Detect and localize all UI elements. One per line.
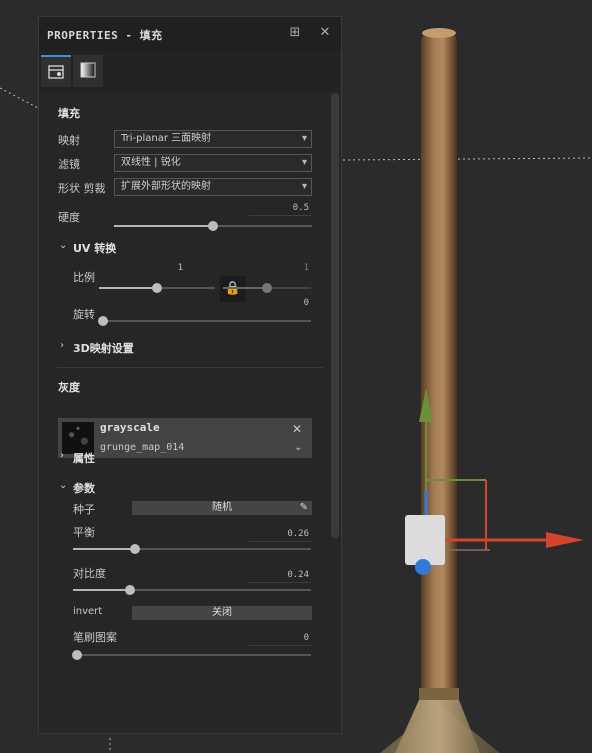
filter-select[interactable]: 双线性 | 锐化 ▾	[114, 154, 312, 172]
slider-fill	[73, 589, 131, 591]
invert-value: 关闭	[212, 607, 232, 618]
brush-pattern-label: 笔刷图案	[73, 631, 117, 644]
slider-handle[interactable]	[152, 283, 162, 293]
chevron-down-icon: ▾	[301, 157, 307, 168]
filter-label: 滤镜	[58, 158, 80, 171]
rotation-slider[interactable]	[98, 316, 311, 326]
tab-gradient[interactable]	[73, 55, 103, 87]
value-underline	[249, 645, 311, 646]
properties-panel: PROPERTIES - 填充 ⊞ ✕ 填充 映射 Tri-planar 三面映…	[38, 16, 342, 734]
seed-label: 种子	[73, 503, 95, 516]
brush-pattern-slider[interactable]	[72, 650, 311, 660]
broom-model[interactable]	[380, 28, 500, 753]
panel-tabs	[39, 51, 341, 91]
value-underline	[249, 582, 311, 583]
hardness-value[interactable]: 0.5	[249, 203, 309, 213]
filter-value: 双线性 | 锐化	[121, 157, 181, 168]
shape-crop-select[interactable]: 扩展外部形状的映射 ▾	[114, 178, 312, 196]
panel-scrollbar[interactable]	[331, 93, 339, 538]
slider-fill	[114, 225, 213, 227]
brush-pattern-value[interactable]: 0	[245, 633, 309, 643]
slider-handle[interactable]	[72, 650, 82, 660]
contrast-value[interactable]: 0.24	[245, 570, 309, 580]
shape-crop-value: 扩展外部形状的映射	[121, 181, 211, 192]
scale-value-1[interactable]: 1	[119, 263, 183, 273]
slider-handle[interactable]	[129, 544, 140, 554]
balance-slider[interactable]	[73, 544, 311, 554]
section-3d-mapping-title[interactable]: 3D映射设置	[73, 340, 134, 356]
close-icon[interactable]: ✕	[317, 25, 333, 41]
gradient-icon	[80, 62, 96, 78]
slider-handle[interactable]	[262, 283, 272, 293]
chevron-down-icon: ▾	[301, 133, 307, 144]
chevron-down-icon[interactable]: ⌄	[59, 480, 67, 491]
slider-fill	[99, 287, 157, 289]
mapping-select[interactable]: Tri-planar 三面映射 ▾	[114, 130, 312, 148]
hardness-slider[interactable]	[114, 221, 312, 231]
guide-line	[342, 157, 592, 161]
chevron-right-icon[interactable]: ›	[60, 450, 64, 461]
scale-value-2[interactable]: 1	[245, 263, 309, 273]
seed-field[interactable]: 随机 ✎	[132, 501, 312, 515]
guide-line	[0, 87, 39, 109]
rotation-label: 旋转	[73, 308, 95, 321]
panel-content: 填充 映射 Tri-planar 三面映射 ▾ 滤镜 双线性 | 锐化 ▾ 形状…	[39, 91, 329, 733]
invert-toggle[interactable]: 关闭	[132, 606, 312, 620]
fill-properties-icon	[48, 65, 64, 79]
shape-crop-label: 形状 剪裁	[58, 182, 106, 195]
chevron-right-icon[interactable]: ›	[60, 340, 64, 351]
section-fill-title: 填充	[58, 107, 80, 120]
attributes-section-title[interactable]: 属性	[73, 450, 95, 466]
dock-icon[interactable]: ⊞	[287, 25, 303, 41]
tab-fill-properties[interactable]	[41, 55, 71, 87]
hardness-label: 硬度	[58, 211, 80, 224]
value-underline	[249, 215, 311, 216]
panel-title: PROPERTIES - 填充	[47, 29, 163, 42]
mapping-label: 映射	[58, 134, 80, 147]
resource-sub: grunge_map_014	[100, 442, 185, 453]
remove-resource-icon[interactable]: ✕	[292, 422, 302, 436]
scale-slider-2[interactable]	[223, 283, 311, 293]
contrast-slider[interactable]	[73, 585, 311, 595]
resource-name: grayscale	[100, 421, 160, 434]
divider	[57, 367, 323, 368]
resource-slot[interactable]: grayscale grunge_map_014 ✕ ⌄	[58, 418, 312, 458]
contrast-label: 对比度	[73, 567, 106, 580]
rotation-value[interactable]: 0	[245, 298, 309, 308]
scale-slider-1[interactable]	[99, 283, 215, 293]
params-section-title[interactable]: 参数	[73, 480, 95, 496]
value-underline	[249, 541, 311, 542]
slider-fill	[73, 548, 135, 550]
chevron-down-icon: ▾	[301, 181, 307, 192]
section-uv-title[interactable]: UV 转换	[73, 240, 116, 256]
section-grayscale-title: 灰度	[58, 381, 80, 394]
invert-label: invert	[73, 606, 103, 617]
chevron-down-icon[interactable]: ⌄	[59, 240, 67, 251]
balance-value[interactable]: 0.26	[245, 529, 309, 539]
slider-handle[interactable]	[98, 316, 108, 326]
balance-label: 平衡	[73, 526, 95, 539]
seed-value: 随机	[212, 502, 232, 513]
slider-handle[interactable]	[125, 585, 136, 595]
mapping-value: Tri-planar 三面映射	[121, 133, 212, 144]
chevron-down-icon[interactable]: ⌄	[294, 442, 302, 453]
pencil-icon[interactable]: ✎	[300, 501, 308, 515]
slider-fill	[223, 287, 267, 289]
lock-icon[interactable]: 🔒	[220, 276, 246, 302]
panel-titlebar: PROPERTIES - 填充 ⊞ ✕	[39, 17, 341, 51]
scale-label: 比例	[73, 271, 95, 284]
slider-handle[interactable]	[208, 221, 218, 231]
